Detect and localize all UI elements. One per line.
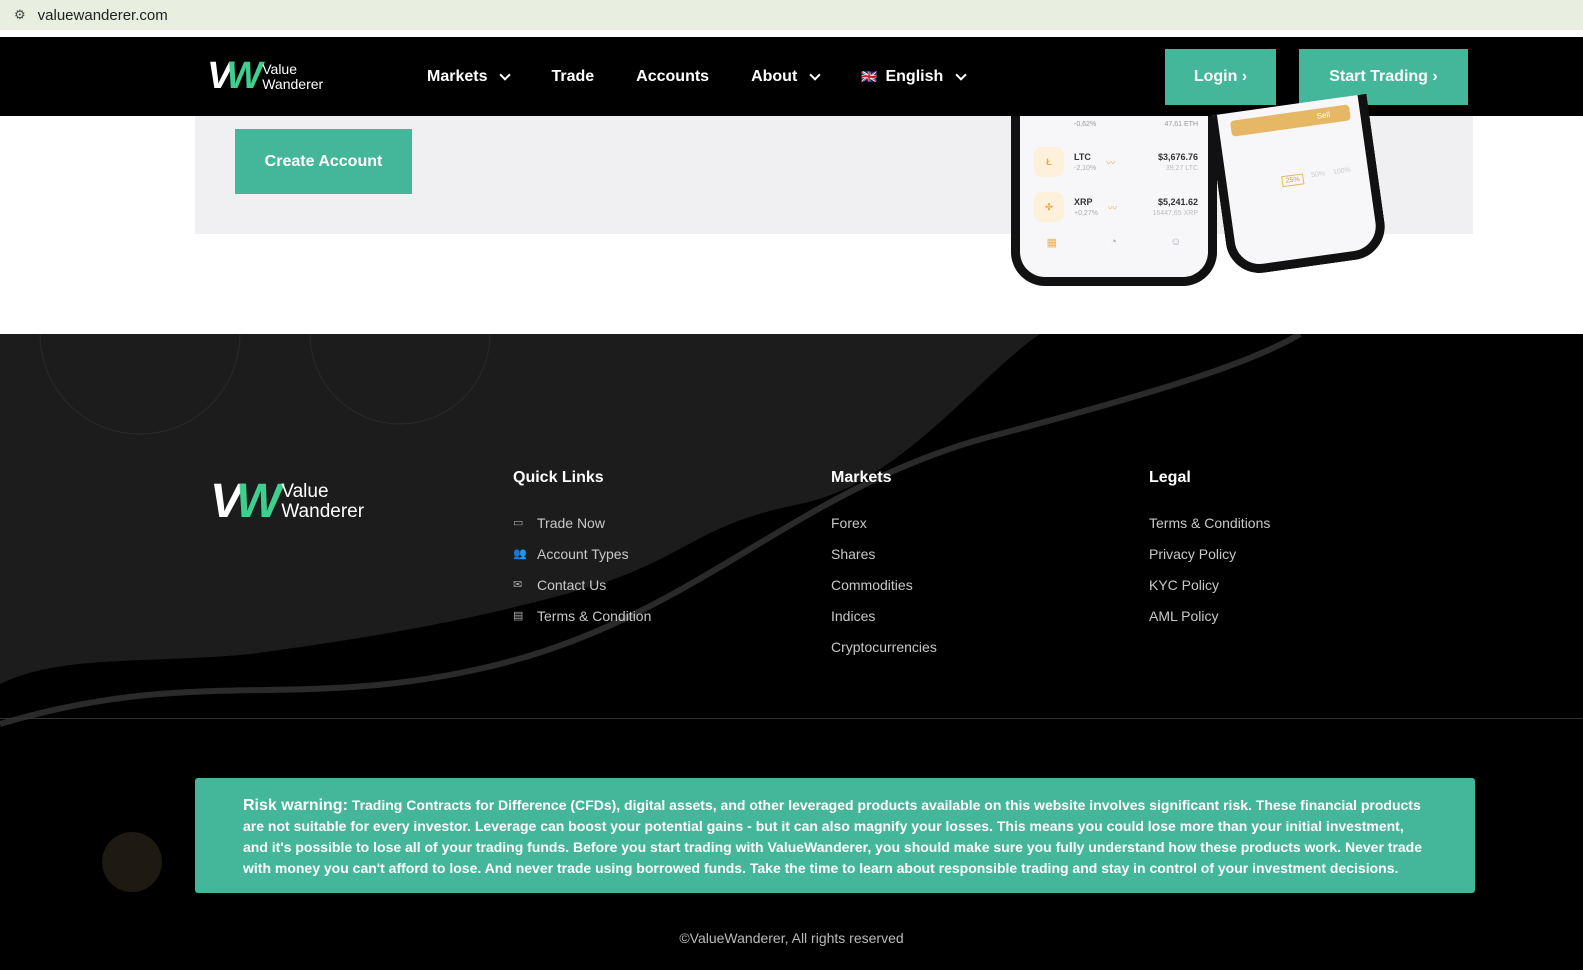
login-label: Login [1193, 68, 1238, 85]
markets-column: Markets Forex Shares Commodities Indices… [831, 469, 937, 662]
ltc-icon: Ł [1034, 147, 1064, 177]
logo-mark-icon: VW [210, 475, 281, 528]
link-commodities[interactable]: Commodities [831, 569, 937, 600]
grid-icon: ▦ [1046, 237, 1058, 249]
quick-links-column: Quick Links ▭ Trade Now 👥 Account Types ✉ C… [513, 469, 651, 631]
risk-warning-label: Risk warning: [243, 797, 348, 814]
chevron-down-icon [955, 68, 967, 81]
chart-icon: ◔ [1110, 236, 1117, 248]
brand-line1: Value [262, 60, 298, 77]
login-button[interactable]: Login › [1165, 49, 1276, 105]
user-icon: ☺ [1170, 236, 1182, 248]
address-bar[interactable]: ⚙ valuewanderer.com [0, 0, 1583, 30]
monitor-icon: ▭ [513, 517, 524, 529]
link-terms-condition[interactable]: ▤ Terms & Condition [513, 600, 651, 631]
link-account-types[interactable]: 👥 Account Types [513, 538, 651, 569]
legal-column: Legal Terms & Conditions Privacy Policy … [1149, 469, 1270, 631]
coin-amount: 47,61 ETH [1164, 120, 1198, 128]
create-account-button[interactable]: Create Account [235, 129, 412, 194]
chevron-down-icon [809, 68, 821, 81]
nav-markets[interactable]: Markets [427, 67, 512, 86]
link-label: Account Types [537, 545, 629, 562]
nav-label: Trade [551, 67, 595, 85]
nav-about[interactable]: About [751, 67, 821, 86]
link-shares[interactable]: Shares [831, 538, 937, 569]
logo-mark-icon: VW [207, 55, 262, 97]
copyright: ©ValueWanderer, All rights reserved [679, 930, 904, 946]
nav-label: About [751, 67, 798, 85]
link-trade-now[interactable]: ▭ Trade Now [513, 507, 651, 538]
nav-label: English [885, 67, 944, 85]
start-trading-button[interactable]: Start Trading › [1299, 49, 1468, 105]
link-privacy-policy[interactable]: Privacy Policy [1149, 538, 1270, 569]
link-kyc-policy[interactable]: KYC Policy [1149, 569, 1270, 600]
language-selector[interactable]: 🇬🇧 English [861, 67, 967, 86]
pct-option: 100% [1332, 166, 1352, 177]
coin-symbol: XRP [1074, 197, 1093, 207]
nav-label: Markets [427, 67, 488, 85]
users-icon: 👥 [513, 548, 527, 560]
coin-symbol: LTC [1074, 152, 1091, 162]
phone-mockup-back: Sell 25% 50% 100% [1208, 93, 1390, 278]
footer: VW Value Wanderer Quick Links ▭ Trade Now … [0, 334, 1583, 970]
legal-heading: Legal [1149, 469, 1191, 486]
coin-amount: 39,27 LTC [1165, 165, 1198, 172]
coin-amount: 16447,65 XRP [1152, 210, 1198, 217]
brand-line2: Wanderer [262, 75, 324, 92]
coin-price: $3,676.76 [1157, 152, 1198, 162]
document-icon: ▤ [513, 610, 524, 622]
site-settings-icon[interactable]: ⚙ [14, 7, 26, 23]
link-aml-policy[interactable]: AML Policy [1149, 600, 1270, 631]
coin-change: +0,27% [1074, 210, 1098, 217]
link-indices[interactable]: Indices [831, 600, 937, 631]
chevron-down-icon [499, 68, 512, 81]
brand-line2: Wanderer [281, 500, 365, 522]
coin-change: -2,10% [1074, 165, 1097, 172]
risk-warning: Risk warning: Trading Contracts for Diff… [195, 778, 1475, 893]
pct-option: 25% [1281, 173, 1305, 188]
risk-warning-text: Trading Contracts for Difference (CFDs),… [243, 797, 1423, 876]
url-text: valuewanderer.com [37, 6, 168, 24]
link-contact-us[interactable]: ✉ Contact Us [513, 569, 651, 600]
link-terms-conditions[interactable]: Terms & Conditions [1149, 507, 1270, 538]
link-label: Terms & Condition [537, 607, 652, 624]
brand-logo[interactable]: VW Value Wanderer [207, 55, 323, 98]
nav-label: Accounts [636, 67, 710, 85]
start-trading-label: Start Trading [1329, 68, 1428, 85]
phone-mockup-front: -0,62% 47,61 ETH Ł LTC -2,10% 〰 $3,676.76 39,2… [1011, 116, 1217, 286]
markets-heading: Markets [831, 469, 892, 486]
link-forex[interactable]: Forex [831, 507, 937, 538]
uk-flag-icon: 🇬🇧 [861, 68, 878, 84]
quick-links-heading: Quick Links [513, 469, 604, 486]
brand-line1: Value [281, 480, 329, 502]
envelope-icon: ✉ [513, 579, 523, 591]
nav-trade[interactable]: Trade [551, 68, 594, 86]
link-cryptocurrencies[interactable]: Cryptocurrencies [831, 631, 937, 662]
footer-logo[interactable]: VW Value Wanderer [210, 474, 364, 529]
nav-accounts[interactable]: Accounts [636, 68, 709, 86]
xrp-icon: ✣ [1034, 192, 1064, 222]
pct-option: 50% [1310, 170, 1326, 180]
coin-price: $5,241.62 [1157, 197, 1198, 207]
link-label: Contact Us [537, 576, 607, 593]
coin-change: -0,62% [1074, 120, 1097, 128]
link-label: Trade Now [537, 514, 605, 531]
footer-divider [0, 718, 1583, 719]
